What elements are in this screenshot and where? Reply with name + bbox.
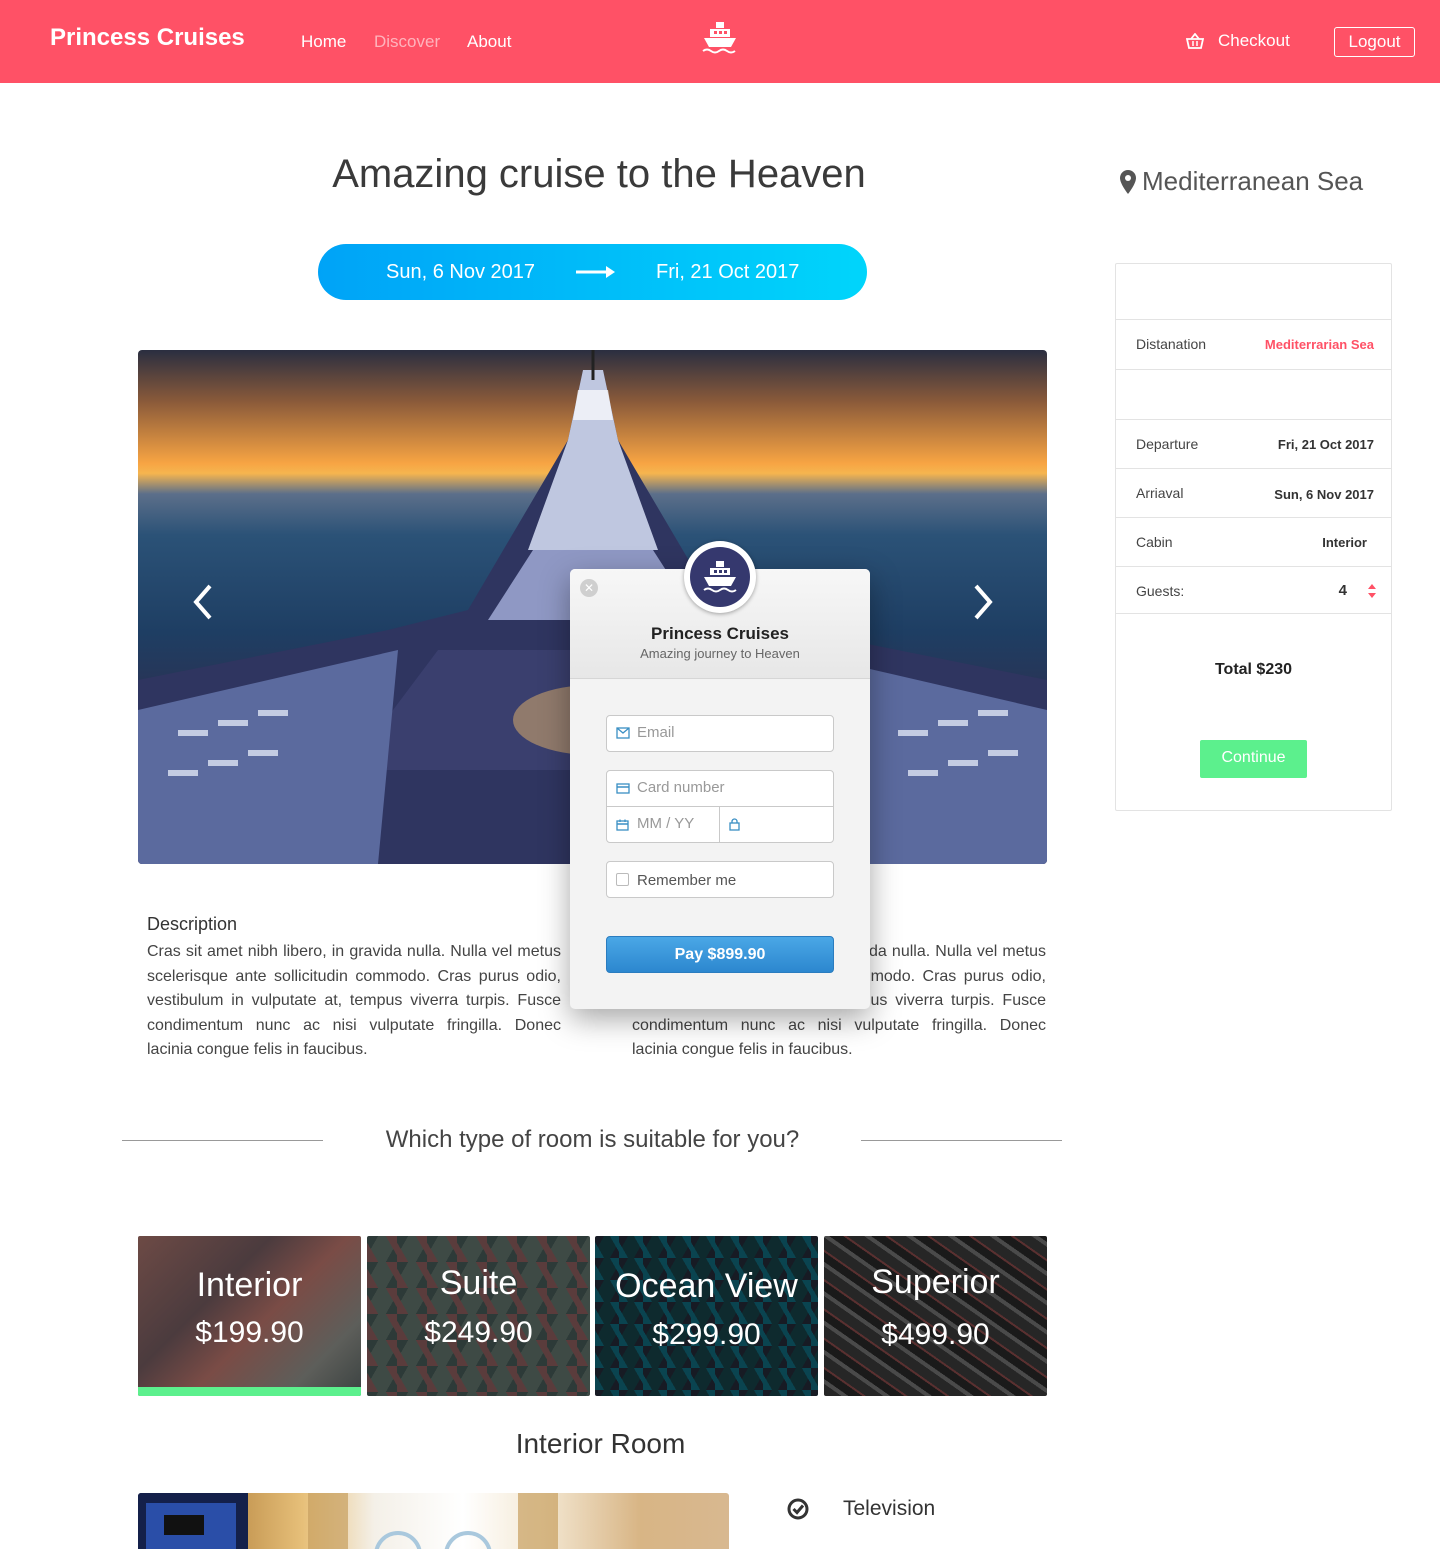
top-navbar: Princess Cruises Home Discover About Che… [0, 0, 1440, 83]
page-title: Amazing cruise to the Heaven [332, 152, 866, 196]
arrow-right-icon [576, 266, 615, 278]
departure-label: Departure [1136, 436, 1199, 452]
divider-left [122, 1140, 323, 1141]
remember-me-label: Remember me [637, 872, 737, 889]
pay-button[interactable]: Pay $899.90 [606, 936, 834, 973]
guests-label: Guests: [1136, 583, 1185, 599]
arrival-value: Sun, 6 Nov 2017 [1274, 487, 1374, 502]
envelope-icon [616, 727, 630, 739]
arrival-row: Arriaval Sun, 6 Nov 2017 [1116, 468, 1391, 517]
check-circle-icon [787, 1498, 809, 1520]
cvc-row[interactable] [720, 807, 833, 843]
cvc-input[interactable] [748, 815, 823, 832]
calendar-icon [616, 819, 629, 831]
modal-logo-circle [690, 547, 750, 607]
arrival-label: Arriaval [1136, 485, 1184, 501]
remember-me-checkbox[interactable]: Remember me [606, 861, 834, 898]
ship-icon [703, 561, 737, 593]
ship-icon[interactable] [700, 20, 740, 56]
continue-button[interactable]: Continue [1200, 740, 1307, 778]
room-card-price: $199.90 [195, 1316, 304, 1349]
room-card-price: $249.90 [424, 1316, 533, 1349]
modal-title: Princess Cruises [651, 624, 789, 643]
close-icon[interactable]: ✕ [580, 579, 598, 597]
destination-label: Distanation [1136, 336, 1207, 352]
room-interior-image [138, 1493, 558, 1549]
basket-icon [1186, 33, 1204, 49]
date-to: Fri, 21 Oct 2017 [656, 261, 800, 283]
total-price: Total $230 [1214, 661, 1293, 678]
empty-row [1116, 369, 1391, 419]
room-card-price: $499.90 [881, 1318, 990, 1351]
room-type-question: Which type of room is suitable for you? [385, 1126, 800, 1153]
checkbox-icon[interactable] [616, 873, 629, 886]
guests-row: Guests: 4 [1116, 566, 1391, 614]
room-photo [138, 1493, 729, 1549]
map-pin-icon [1120, 169, 1136, 194]
room-card-superior[interactable]: Superior $499.90 [824, 1236, 1047, 1396]
brand-logo-text[interactable]: Princess Cruises [50, 24, 245, 52]
carousel-next-chevron-icon[interactable] [968, 582, 998, 622]
room-card-price: $299.90 [652, 1318, 761, 1351]
modal-logo [684, 541, 756, 613]
expiry-row[interactable] [607, 807, 720, 843]
lock-icon [729, 818, 740, 831]
departure-value: Fri, 21 Oct 2017 [1277, 437, 1374, 452]
room-card-name: Superior [871, 1263, 1000, 1301]
carousel-prev-chevron-icon[interactable] [188, 582, 218, 622]
date-range-bar: Sun, 6 Nov 2017 Fri, 21 Oct 2017 [318, 244, 867, 300]
nav-link-discover[interactable]: Discover [374, 32, 440, 52]
location-name: Mediterranean Sea [1142, 166, 1364, 196]
modal-header: ✕ Princess Cruises Amazing journey to He… [570, 541, 870, 679]
destination-row: Distanation Mediterrarian Sea [1116, 319, 1391, 369]
checkout-label: Checkout [1218, 31, 1290, 50]
payment-modal: ✕ Princess Cruises Amazing journey to He… [570, 541, 870, 1009]
logout-button[interactable]: Logout [1334, 27, 1415, 57]
credit-card-icon [616, 783, 630, 794]
nav-link-home[interactable]: Home [301, 32, 346, 52]
departure-row: Departure Fri, 21 Oct 2017 [1116, 419, 1391, 468]
room-detail-title: Interior Room [515, 1428, 686, 1459]
room-card-ocean-view[interactable]: Ocean View $299.90 [595, 1236, 818, 1396]
nav-link-about[interactable]: About [467, 32, 511, 52]
email-field[interactable] [606, 715, 834, 752]
card-details-group [606, 770, 834, 843]
cabin-label: Cabin [1136, 534, 1173, 550]
divider-right [861, 1140, 1062, 1141]
description-heading: Description [147, 914, 238, 934]
guests-count[interactable]: 4 [1339, 582, 1347, 599]
guests-stepper-icon[interactable] [1367, 582, 1377, 600]
checkout-link[interactable]: Checkout [1186, 31, 1290, 51]
cabin-row: Cabin Interior [1116, 517, 1391, 566]
card-number-row[interactable] [607, 771, 833, 807]
room-card-name: Ocean View [615, 1267, 798, 1305]
room-card-name: Interior [196, 1266, 303, 1304]
email-input[interactable] [637, 724, 817, 741]
room-card-interior[interactable]: Interior $199.90 [138, 1236, 361, 1396]
date-from: Sun, 6 Nov 2017 [386, 261, 535, 283]
expiry-input[interactable] [637, 815, 712, 832]
amenity-label: Television [843, 1497, 936, 1520]
room-card-name: Suite [439, 1264, 518, 1302]
cabin-value: Interior [1322, 535, 1367, 550]
modal-subtitle: Amazing journey to Heaven [640, 646, 800, 661]
destination-value: Mediterrarian Sea [1264, 337, 1374, 352]
location-label: Mediterranean Sea [1120, 166, 1363, 197]
card-number-input[interactable] [637, 779, 817, 796]
room-card-suite[interactable]: Suite $249.90 [367, 1236, 590, 1396]
description-text-left: Cras sit amet nibh libero, in gravida nu… [147, 943, 561, 1058]
amenity-item: Television [787, 1497, 935, 1521]
selected-indicator [138, 1387, 361, 1396]
booking-summary-card: Distanation Mediterrarian Sea Departure … [1115, 263, 1392, 811]
